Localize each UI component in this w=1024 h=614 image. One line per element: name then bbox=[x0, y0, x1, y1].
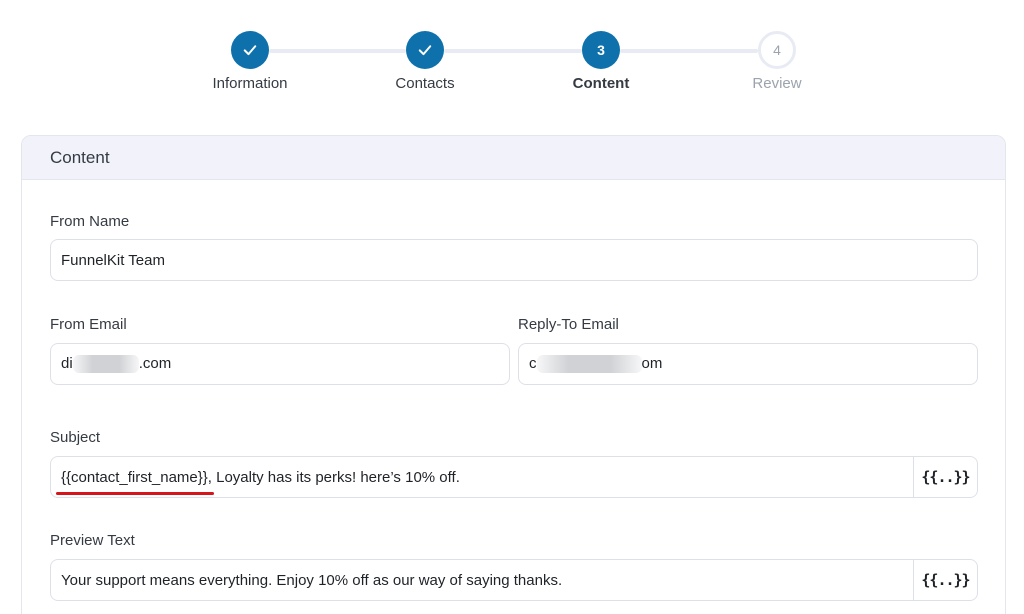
subject-label: Subject bbox=[50, 429, 101, 446]
from-email-input[interactable]: di .com bbox=[50, 343, 510, 385]
preview-text-input[interactable]: Your support means everything. Enjoy 10%… bbox=[50, 559, 978, 601]
step-number-circle: 4 bbox=[758, 31, 796, 69]
step-complete-circle bbox=[231, 31, 269, 69]
reply-to-email-label: Reply-To Email bbox=[518, 316, 619, 333]
subject-merge-tags-button[interactable]: {{..}} bbox=[913, 457, 977, 497]
from-name-value: FunnelKit Team bbox=[61, 251, 165, 269]
step-contacts[interactable]: Contacts bbox=[345, 31, 505, 92]
check-icon bbox=[418, 45, 432, 56]
step-complete-circle bbox=[406, 31, 444, 69]
redacted-blur bbox=[72, 355, 139, 374]
preview-text-value: Your support means everything. Enjoy 10%… bbox=[61, 571, 563, 589]
step-review[interactable]: 4 Review bbox=[697, 31, 857, 92]
preview-text-merge-tags-button[interactable]: {{..}} bbox=[913, 560, 977, 600]
check-icon bbox=[243, 45, 257, 56]
step-label: Content bbox=[572, 75, 630, 92]
reply-to-email-value: c om bbox=[529, 354, 663, 374]
step-label: Information bbox=[212, 75, 288, 92]
progress-stepper: Information Contacts 3 Content 4 Review bbox=[0, 0, 1024, 110]
from-email-label: From Email bbox=[50, 316, 127, 333]
card-title: Content bbox=[22, 136, 1005, 180]
red-underline-annotation bbox=[56, 492, 214, 495]
subject-merge-tag: {{contact_first_name}} bbox=[61, 468, 208, 486]
step-content[interactable]: 3 Content bbox=[521, 31, 681, 92]
subject-value: {{contact_first_name}}, Loyalty has its … bbox=[51, 469, 460, 486]
step-information[interactable]: Information bbox=[170, 31, 330, 92]
from-email-value: di .com bbox=[61, 354, 172, 374]
subject-text: , Loyalty has its perks! here’s 10% off. bbox=[207, 468, 460, 486]
reply-to-email-input[interactable]: c om bbox=[518, 343, 978, 385]
preview-text-label: Preview Text bbox=[50, 532, 135, 549]
from-name-input[interactable]: FunnelKit Team bbox=[50, 239, 978, 281]
step-number-circle: 3 bbox=[582, 31, 620, 69]
content-card: Content From Name FunnelKit Team From Em… bbox=[21, 135, 1006, 614]
step-label: Contacts bbox=[395, 75, 455, 92]
step-label: Review bbox=[752, 75, 802, 92]
from-name-label: From Name bbox=[50, 213, 130, 230]
redacted-blur bbox=[536, 355, 642, 374]
